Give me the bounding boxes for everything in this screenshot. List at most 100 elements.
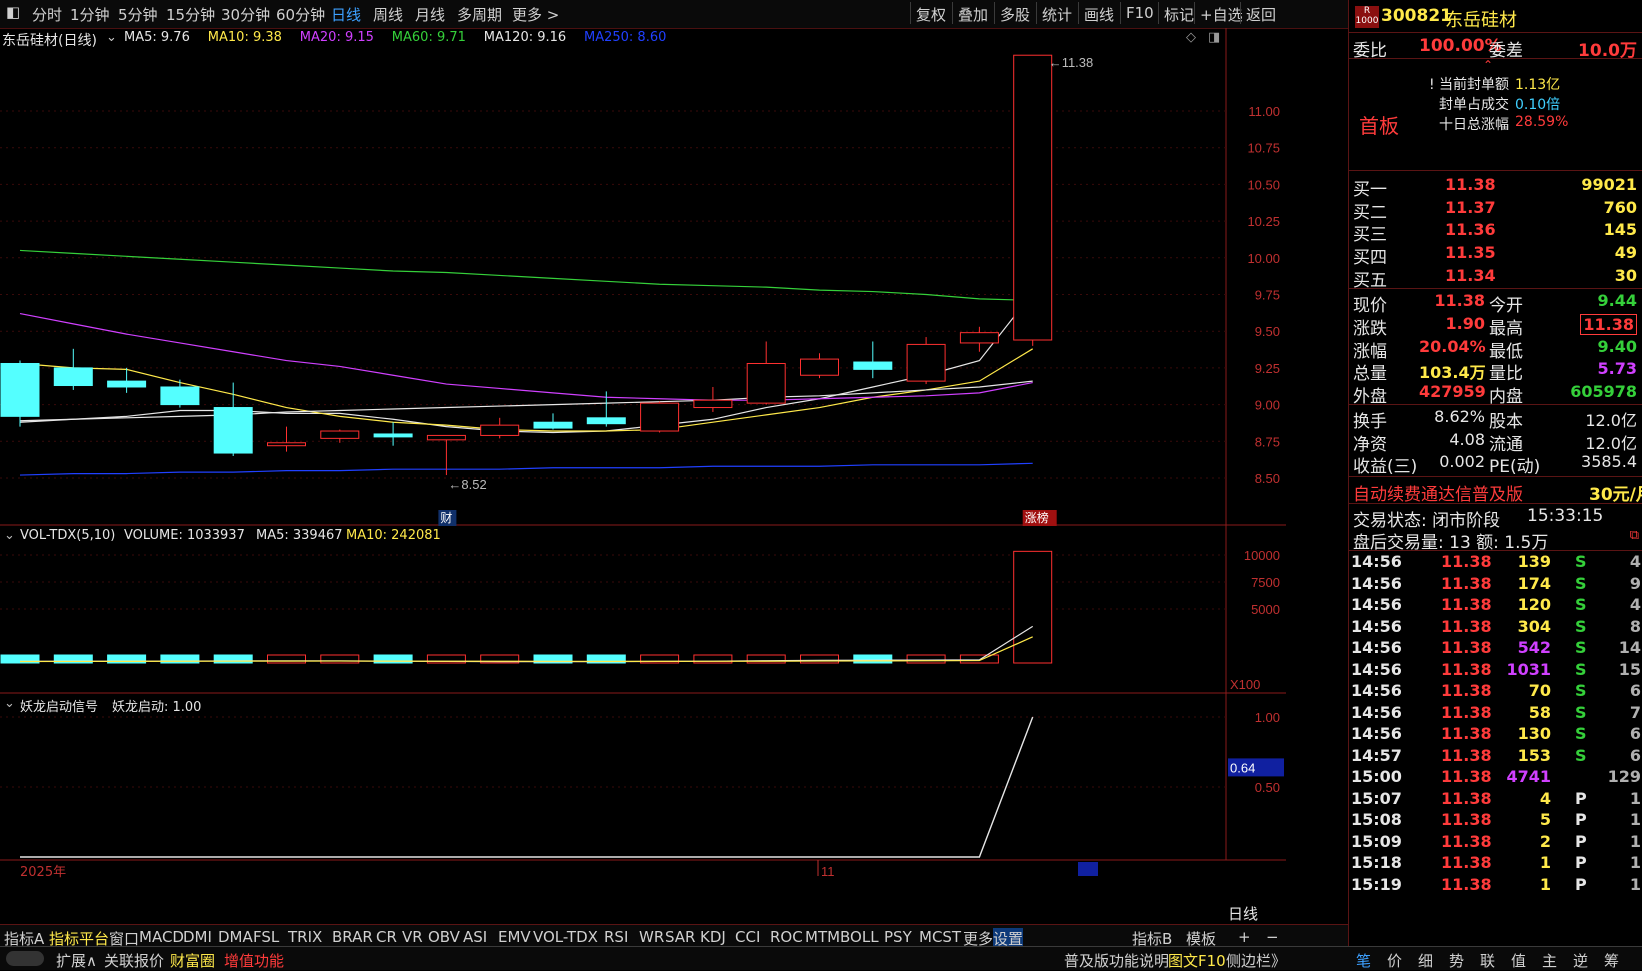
vol-legend-label-2: MA5: 339467 (256, 528, 343, 543)
period-tab-0[interactable]: 分时 (32, 4, 62, 25)
indicator-tab-17[interactable]: SAR (665, 928, 695, 946)
bid-row-3[interactable]: 买四 11.35 49 (1349, 243, 1642, 268)
period-tab-8[interactable]: 月线 (415, 4, 445, 25)
candle-body-8 (426, 434, 466, 441)
indicator-tool-3[interactable]: − (1266, 928, 1279, 946)
indicator-tab-18[interactable]: KDJ (700, 928, 726, 946)
indicator-tab-14[interactable]: VOL-TDX (533, 928, 598, 946)
period-tab-5[interactable]: 60分钟 (276, 4, 325, 25)
ma-dropdown-icon[interactable]: ⌄ (106, 30, 117, 45)
period-tab-2[interactable]: 5分钟 (118, 4, 158, 25)
xaxis-year: 2025年 (20, 865, 66, 880)
period-tab-1[interactable]: 1分钟 (70, 4, 110, 25)
chart-title: 东岳硅材(日线) (2, 33, 97, 49)
indicator-tool-2[interactable]: + (1238, 928, 1251, 946)
tool-button-0[interactable]: 复权 (916, 4, 946, 25)
indicator-tab-4[interactable]: DMI (183, 928, 212, 946)
indicator-tab-10[interactable]: VR (402, 928, 423, 946)
side-tab-7[interactable]: 逆 (1573, 950, 1588, 971)
side-tab-5[interactable]: 值 (1511, 950, 1526, 971)
indicator-tab-11[interactable]: OBV (428, 928, 460, 946)
vol-dropdown-icon[interactable]: ⌄ (4, 528, 15, 543)
signal-dropdown-icon[interactable]: ⌄ (4, 696, 15, 711)
indicator-tab-9[interactable]: CR (376, 928, 397, 946)
indicator-tab-15[interactable]: RSI (604, 928, 628, 946)
period-tab-10[interactable]: 更多 > (512, 4, 559, 25)
stat-row-0: 现价 11.38 今开 9.44 (1353, 291, 1637, 316)
tick-row: 14:56 11.38 120 S 4 (1351, 595, 1641, 614)
indicator-tab-21[interactable]: MTM (805, 928, 840, 946)
indicator-tab-24[interactable]: MCST (919, 928, 961, 946)
candle-body-10 (533, 421, 573, 429)
signal-line (20, 716, 1034, 858)
kline-chart[interactable]: 11.00 10.75 10.50 10.25 10.00 9.75 9.50 9.25 9.0… (0, 28, 1286, 924)
tool-button-1[interactable]: 叠加 (958, 4, 988, 25)
price-tick-6: 9.50 (1255, 324, 1280, 339)
indicator-tab-7[interactable]: TRIX (288, 928, 322, 946)
period-tab-9[interactable]: 多周期 (457, 4, 502, 25)
tick-row: 14:56 11.38 130 S 6 (1351, 724, 1641, 743)
collapse-icon[interactable]: ⌃ (1483, 58, 1493, 72)
side-tab-1[interactable]: 价 (1387, 950, 1402, 971)
tool-button-8[interactable]: 返回 (1246, 4, 1276, 25)
bid-row-0[interactable]: 买一 11.38 99021 (1349, 175, 1642, 200)
period-tab-6[interactable]: 日线 (331, 4, 361, 25)
menu-toggle-icon[interactable]: ◧ (6, 3, 20, 21)
side-tab-6[interactable]: 主 (1542, 950, 1557, 971)
tick-row: 15:09 11.38 2 P 1 (1351, 831, 1641, 851)
candle-body-7 (373, 433, 413, 438)
tool-button-3[interactable]: 统计 (1042, 4, 1072, 25)
footer-right-link-0[interactable]: 普及版功能说明 (1064, 950, 1169, 971)
side-tab-2[interactable]: 细 (1418, 950, 1433, 971)
tick-row: 15:00 11.38 4741 129 (1351, 767, 1641, 786)
footer-right-link-2[interactable]: 侧边栏》 (1226, 950, 1286, 971)
footer-link-2[interactable]: 财富圈 (170, 950, 215, 971)
vol-legend-label-0: VOL-TDX(5,10) (20, 528, 116, 543)
indicator-tab-20[interactable]: ROC (770, 928, 803, 946)
tool-button-6[interactable]: 标记 (1164, 4, 1194, 25)
indicator-tab-8[interactable]: BRAR (332, 928, 373, 946)
side-tab-0[interactable]: 笔 (1356, 950, 1371, 971)
promo-row[interactable]: 自动续费通达信普及版 30元/月 (1349, 480, 1642, 505)
tool-button-4[interactable]: 画线 (1084, 4, 1114, 25)
bid-row-1[interactable]: 买二 11.37 760 (1349, 198, 1642, 223)
footer-right-link-1[interactable]: 图文F10 (1168, 950, 1226, 971)
volume-bar-17 (906, 654, 946, 664)
price-tick-10: 8.50 (1255, 471, 1280, 486)
indicator-tab-22[interactable]: BOLL (840, 928, 879, 946)
tool-button-5[interactable]: F10 (1126, 4, 1154, 22)
panel-toggle-icon[interactable]: ◨ (1208, 30, 1220, 45)
bid-row-4[interactable]: 买五 11.34 30 (1349, 266, 1642, 291)
side-tab-4[interactable]: 联 (1480, 950, 1495, 971)
candle-body-2 (107, 380, 147, 388)
indicator-tab-6[interactable]: FSL (253, 928, 279, 946)
footer-link-3[interactable]: 增值功能 (224, 950, 284, 971)
period-tab-7[interactable]: 周线 (373, 4, 403, 25)
indicator-tab-5[interactable]: DMA (218, 928, 253, 946)
bid-row-2[interactable]: 买三 11.36 145 (1349, 220, 1642, 245)
footer-link-1[interactable]: 关联报价 (104, 950, 164, 971)
side-tab-3[interactable]: 势 (1449, 950, 1464, 971)
side-tab-8[interactable]: 筹 (1604, 950, 1619, 971)
period-tab-4[interactable]: 30分钟 (221, 4, 270, 25)
tick-row: 14:56 11.38 174 S 9 (1351, 573, 1641, 593)
indicator-tab-23[interactable]: PSY (884, 928, 912, 946)
indicator-tab-16[interactable]: WR (639, 928, 664, 946)
footer-link-0[interactable]: 扩展∧ (56, 950, 97, 971)
price-tick-9: 8.75 (1255, 434, 1280, 449)
tool-button-7[interactable]: +自选 (1200, 4, 1243, 25)
candle-body-6 (320, 430, 360, 439)
toggle-switch[interactable] (6, 951, 44, 966)
ma-line-ma60 (19, 249, 1033, 301)
indicator-tab-3[interactable]: MACD (139, 928, 184, 946)
candle-body-4 (213, 407, 253, 454)
indicator-tab-12[interactable]: ASI (463, 928, 487, 946)
tick-row: 14:56 11.38 70 S 6 (1351, 681, 1641, 700)
period-tab-3[interactable]: 15分钟 (166, 4, 215, 25)
indicator-tab-13[interactable]: EMV (498, 928, 531, 946)
indicator-tab-19[interactable]: CCI (735, 928, 760, 946)
expand-icon[interactable]: ⧉ (1630, 528, 1639, 543)
diamond-icon[interactable]: ◇ (1186, 30, 1196, 45)
tool-button-2[interactable]: 多股 (1000, 4, 1030, 25)
volume-bar-4 (213, 654, 253, 664)
